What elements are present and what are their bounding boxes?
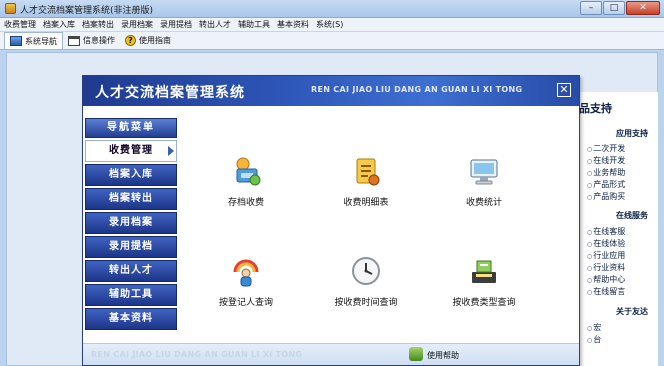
- nav-item-hired-archive[interactable]: 录用档案: [85, 212, 177, 234]
- tab-label: 系统导航: [25, 36, 57, 46]
- query-by-type-icon: [472, 260, 496, 283]
- support-link[interactable]: 在线开发: [587, 155, 625, 166]
- function-archive-fee[interactable]: 存档收费: [201, 154, 291, 208]
- title-bar: 人才交流档案管理系统(非注册版) – □ ✕: [0, 0, 664, 18]
- help-icon: ?: [125, 35, 136, 46]
- support-link[interactable]: 产品购买: [587, 191, 625, 202]
- nav-menu: 导航菜单 收费管理 档案入库 档案转出 录用档案 录用提档 转出人才 辅助工具 …: [85, 118, 177, 332]
- support-section-title: 关于友达: [616, 307, 648, 316]
- function-label: 按收费时间查询: [334, 298, 398, 308]
- function-fee-detail[interactable]: 收费明细表: [321, 154, 411, 208]
- function-label: 按登记人查询: [218, 298, 273, 308]
- footer-watermark-text: REN CAI JIAO LIU DANG AN GUAN LI XI TONG: [91, 350, 303, 359]
- tab-bar: 系统导航 信息操作 ? 使用指南: [0, 32, 664, 50]
- close-button[interactable]: ✕: [626, 1, 660, 15]
- query-by-registrar-icon: [233, 259, 259, 287]
- menu-transfer-talent[interactable]: 转出人才: [195, 18, 234, 31]
- support-section-title: 在线服务: [616, 211, 648, 220]
- menu-basic-data[interactable]: 基本资料: [273, 18, 312, 31]
- arrow-right-icon: [168, 146, 174, 156]
- nav-item-transfer-talent[interactable]: 转出人才: [85, 260, 177, 282]
- support-link[interactable]: 业务帮助: [587, 167, 625, 178]
- function-label: 按收费类型查询: [452, 298, 516, 308]
- product-support-panel: 品支持 应用支持 二次开发 在线开发 业务帮助 产品形式 产品购买 在线服务 在…: [572, 92, 658, 366]
- support-link[interactable]: 帮助中心: [587, 274, 625, 285]
- menu-hired-archive[interactable]: 录用档案: [117, 18, 156, 31]
- nav-item-basic-data[interactable]: 基本资料: [85, 308, 177, 330]
- support-link[interactable]: 在线留言: [587, 286, 625, 297]
- app-icon: [5, 3, 16, 14]
- menu-hired-retrieve[interactable]: 录用提档: [156, 18, 195, 31]
- support-link[interactable]: 行业资料: [587, 262, 625, 273]
- main-dialog: 人才交流档案管理系统 REN CAI JIAO LIU DANG AN GUAN…: [82, 75, 580, 366]
- menu-archive-out[interactable]: 档案转出: [78, 18, 117, 31]
- support-section-title: 应用支持: [616, 129, 648, 138]
- support-link[interactable]: 在线体验: [587, 238, 625, 249]
- function-label: 收费明细表: [343, 198, 389, 208]
- dialog-close-button[interactable]: ✕: [557, 83, 571, 97]
- dialog-title: 人才交流档案管理系统: [95, 85, 245, 101]
- nav-item-label: 收费管理: [109, 145, 153, 156]
- nav-item-hired-retrieve[interactable]: 录用提档: [85, 236, 177, 258]
- menu-fee-management[interactable]: 收费管理: [0, 18, 39, 31]
- tab-label: 信息操作: [83, 36, 115, 45]
- function-label: 收费统计: [465, 198, 502, 208]
- menu-bar: 收费管理 档案入库 档案转出 录用档案 录用提档 转出人才 辅助工具 基本资料 …: [0, 18, 664, 32]
- tab-info-ops[interactable]: 信息操作: [63, 32, 120, 49]
- window-title: 人才交流档案管理系统(非注册版): [20, 6, 154, 16]
- function-query-by-type[interactable]: 按收费类型查询: [439, 254, 529, 308]
- support-link[interactable]: 宏: [587, 322, 601, 333]
- query-by-time-icon: [352, 257, 380, 285]
- function-label: 存档收费: [227, 198, 264, 208]
- function-query-by-time[interactable]: 按收费时间查询: [321, 254, 411, 308]
- dialog-footer: REN CAI JIAO LIU DANG AN GUAN LI XI TONG…: [83, 343, 579, 365]
- minimize-button[interactable]: –: [580, 1, 602, 15]
- support-link[interactable]: 二次开发: [587, 143, 625, 154]
- nav-item-tools[interactable]: 辅助工具: [85, 284, 177, 306]
- nav-item-fee-management[interactable]: 收费管理: [85, 140, 177, 162]
- support-link[interactable]: 在线客服: [587, 226, 625, 237]
- archive-fee-icon: [236, 157, 261, 186]
- monitor-icon: [10, 36, 22, 46]
- menu-system[interactable]: 系统(S): [312, 18, 346, 31]
- dialog-body: 导航菜单 收费管理 档案入库 档案转出 录用档案 录用提档 转出人才 辅助工具 …: [83, 106, 579, 343]
- function-query-by-registrar[interactable]: 按登记人查询: [201, 254, 291, 308]
- download-icon: [409, 347, 423, 361]
- nav-item-archive-out[interactable]: 档案转出: [85, 188, 177, 210]
- nav-item-archive-in[interactable]: 档案入库: [85, 164, 177, 186]
- support-heading: 品支持: [579, 102, 612, 115]
- tab-label: 使用指南: [139, 36, 171, 45]
- dialog-header: 人才交流档案管理系统 REN CAI JIAO LIU DANG AN GUAN…: [83, 76, 579, 106]
- function-fee-stats[interactable]: 收费统计: [439, 154, 529, 208]
- tab-user-guide[interactable]: ? 使用指南: [120, 32, 176, 49]
- support-link[interactable]: 产品形式: [587, 179, 625, 190]
- menu-archive-in[interactable]: 档案入库: [39, 18, 78, 31]
- menu-tools[interactable]: 辅助工具: [234, 18, 273, 31]
- tab-system-nav[interactable]: 系统导航: [4, 32, 63, 49]
- maximize-button[interactable]: □: [603, 1, 625, 15]
- window-controls: – □ ✕: [580, 1, 660, 15]
- window-icon: [68, 35, 80, 46]
- fee-stats-icon: [470, 159, 498, 185]
- fee-detail-icon: [356, 158, 380, 186]
- support-link[interactable]: 台: [587, 334, 601, 345]
- support-link[interactable]: 行业应用: [587, 250, 625, 261]
- help-link[interactable]: 使用帮助: [427, 350, 459, 361]
- nav-menu-header: 导航菜单: [85, 118, 177, 138]
- dialog-subtitle: REN CAI JIAO LIU DANG AN GUAN LI XI TONG: [311, 85, 523, 94]
